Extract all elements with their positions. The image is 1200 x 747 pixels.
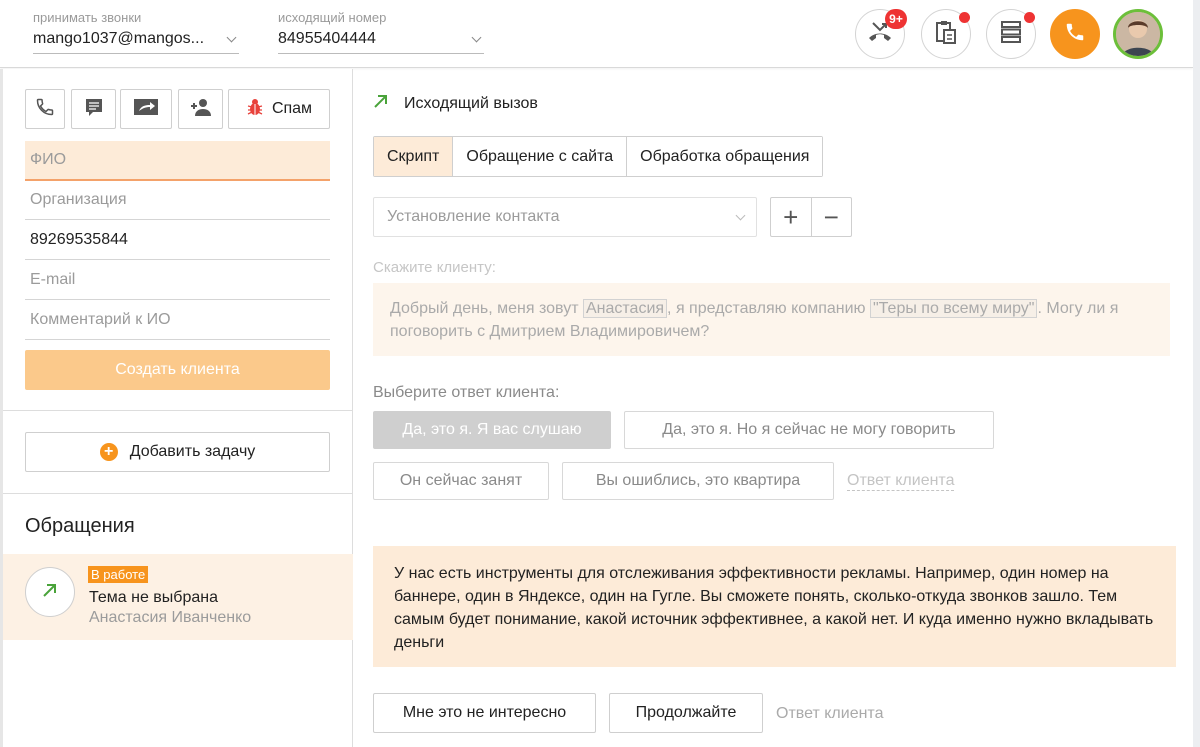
choose-answer-label: Выберите ответ клиента:	[373, 384, 560, 401]
script-info-text: У нас есть инструменты для отслеживания …	[394, 565, 1154, 651]
call-title: Исходящий вызов	[404, 94, 538, 112]
say-to-client-label: Скажите клиенту:	[373, 259, 496, 276]
accept-calls-label: принимать звонки	[33, 10, 142, 25]
missed-calls-badge: 9+	[885, 9, 907, 29]
spam-button[interactable]: Спам	[228, 89, 330, 129]
tab-bar: Скрипт Обращение с сайта Обработка обращ…	[373, 136, 824, 177]
call-icon	[1064, 21, 1086, 48]
appeals-title: Обращения	[25, 515, 135, 537]
queue-button[interactable]	[986, 9, 1036, 59]
answer-button[interactable]: Да, это я. Но я сейчас не могу говорить	[624, 411, 994, 449]
client-answer-link[interactable]: Ответ клиента	[847, 472, 955, 491]
top-bar: принимать звонки mango1037@mangos... исх…	[0, 0, 1193, 68]
accept-calls-select[interactable]: принимать звонки mango1037@mangos...	[33, 8, 239, 54]
add-contact-button[interactable]	[178, 89, 223, 129]
phone-icon	[35, 97, 55, 122]
clipboard-button[interactable]	[921, 9, 971, 59]
answer-button[interactable]: Он сейчас занят	[373, 462, 549, 500]
company-name-variable: "Теры по всему миру"	[869, 299, 1038, 318]
bug-icon	[246, 98, 264, 121]
fio-placeholder: ФИО	[30, 151, 67, 168]
comment-placeholder: Комментарий к ИО	[30, 310, 171, 328]
client-answer-link[interactable]: Ответ клиента	[776, 705, 883, 723]
outgoing-number-value: 84955404444	[278, 30, 376, 47]
notification-dot	[959, 12, 970, 23]
fio-field[interactable]: ФИО	[25, 141, 330, 181]
divider	[3, 410, 353, 411]
script-stage-select[interactable]: Установление контакта	[373, 197, 757, 237]
appeal-person: Анастасия Иванченко	[89, 609, 252, 626]
remove-stage-button[interactable]: −	[810, 198, 852, 236]
outgoing-number-label: исходящий номер	[278, 10, 387, 25]
email-field[interactable]: E-mail	[25, 260, 330, 300]
forward-icon	[132, 97, 160, 122]
script-info-block: У нас есть инструменты для отслеживания …	[373, 546, 1176, 667]
phone-button[interactable]	[25, 89, 65, 129]
answer-button[interactable]: Продолжайте	[609, 693, 763, 733]
divider	[3, 493, 353, 494]
user-avatar[interactable]	[1113, 9, 1163, 59]
call-header: Исходящий вызов	[372, 92, 538, 115]
spam-label: Спам	[271, 100, 313, 117]
operator-name-variable: Анастасия	[582, 299, 668, 318]
missed-calls-button[interactable]: 9+	[855, 9, 907, 59]
outgoing-number-select[interactable]: исходящий номер 84955404444	[278, 8, 484, 54]
outgoing-arrow-icon	[372, 92, 390, 115]
accept-calls-value: mango1037@mangos...	[33, 30, 205, 47]
answer-button[interactable]: Мне это не интересно	[373, 693, 596, 733]
plus-circle-icon: +	[99, 443, 118, 461]
add-task-label: Добавить задачу	[129, 443, 256, 460]
organization-placeholder: Организация	[30, 190, 127, 208]
email-placeholder: E-mail	[30, 270, 76, 288]
tab-appeal-processing[interactable]: Обработка обращения	[626, 137, 823, 176]
contact-panel: Спам ФИО Организация 89269535844 E-mail …	[3, 69, 353, 747]
add-task-button[interactable]: + Добавить задачу	[25, 432, 330, 472]
stage-stepper: + −	[770, 197, 852, 237]
appeal-direction-badge	[25, 567, 75, 617]
phone-value: 89269535844	[30, 230, 128, 248]
scrollbar-track[interactable]	[1193, 0, 1200, 747]
answer-button[interactable]: Да, это я. Я вас слушаю	[373, 411, 611, 449]
call-button[interactable]	[1050, 9, 1100, 59]
script-text: Добрый день, меня зовут Анастасия, я пре…	[373, 283, 1170, 356]
tab-site-appeal[interactable]: Обращение с сайта	[452, 137, 627, 176]
script-text-part: Добрый день, меня зовут	[390, 300, 583, 317]
add-contact-icon	[189, 97, 213, 122]
appeal-list-item[interactable]: В работе Тема не выбрана Анастасия Иванч…	[3, 554, 353, 640]
forward-button[interactable]	[120, 89, 172, 129]
status-badge: В работе	[88, 566, 149, 583]
server-icon	[1000, 20, 1022, 49]
chevron-down-icon	[735, 210, 746, 221]
tab-script[interactable]: Скрипт	[374, 137, 453, 176]
phone-field[interactable]: 89269535844	[25, 220, 330, 260]
message-button[interactable]	[71, 89, 116, 129]
outgoing-arrow-icon	[41, 581, 59, 604]
comment-field[interactable]: Комментарий к ИО	[25, 300, 330, 340]
add-stage-button[interactable]: +	[771, 198, 811, 236]
organization-field[interactable]: Организация	[25, 180, 330, 220]
script-text-part: , я представляю компанию	[667, 300, 870, 317]
notification-dot	[1024, 12, 1035, 23]
call-script-panel: Исходящий вызов Скрипт Обращение с сайта…	[354, 69, 1193, 747]
appeal-theme: Тема не выбрана	[89, 589, 218, 606]
create-client-button[interactable]: Создать клиента	[25, 350, 330, 390]
message-icon	[84, 97, 104, 122]
script-stage-value: Установление контакта	[387, 208, 560, 225]
answer-button[interactable]: Вы ошиблись, это квартира	[562, 462, 834, 500]
clipboard-icon	[934, 19, 958, 50]
